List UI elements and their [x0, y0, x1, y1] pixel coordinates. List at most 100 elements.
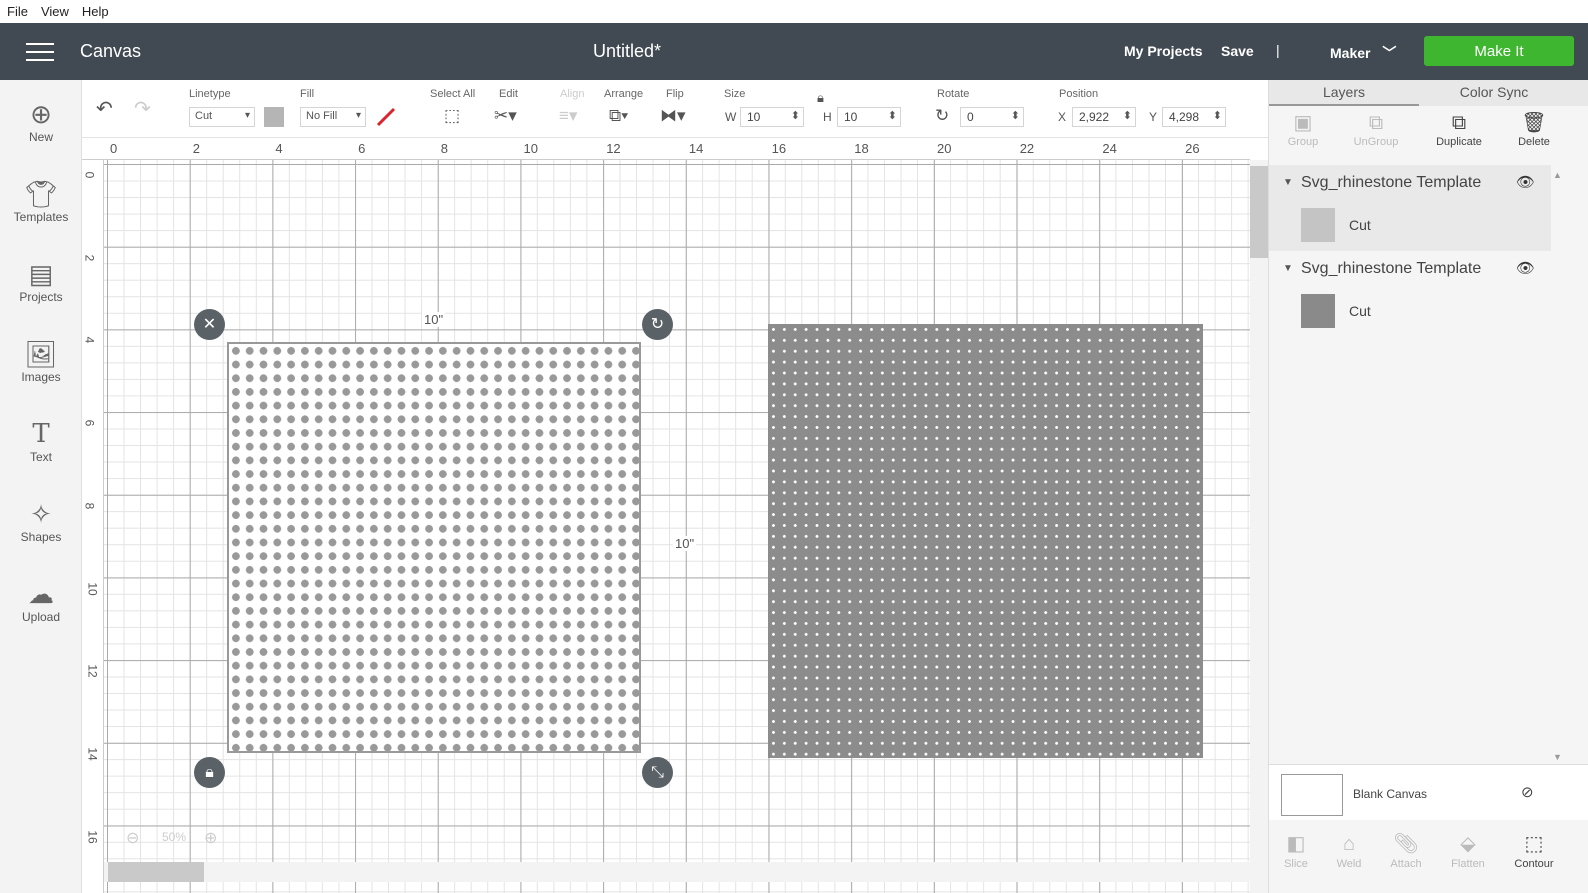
rotate-input[interactable]: 0 — [960, 107, 1024, 127]
rotate-label: Rotate — [937, 88, 970, 100]
tab-layers[interactable]: Layers — [1269, 84, 1419, 106]
rotate-handle-icon[interactable]: ↻ — [642, 309, 673, 340]
menu-file[interactable]: File — [7, 4, 28, 19]
select-all-icon[interactable]: ⬚ — [444, 106, 460, 126]
sidebar-item-projects[interactable]: ▤ Projects — [0, 258, 82, 304]
document-title: Untitled* — [592, 41, 662, 61]
redo-icon[interactable]: ↷ — [134, 96, 151, 121]
group-label: Group — [1287, 136, 1319, 148]
contour-button[interactable]: ⬚ Contour — [1509, 830, 1559, 870]
layer-operation-label: Cut — [1349, 303, 1371, 319]
rhinestone-template-selected[interactable] — [227, 342, 641, 753]
my-projects-link[interactable]: My Projects — [1124, 43, 1203, 59]
visibility-eye-icon[interactable]: 👁︎ — [1516, 173, 1535, 191]
plus-circle-icon: ⊕ — [30, 99, 52, 129]
machine-selector[interactable]: Maker ﹀ — [1330, 43, 1396, 63]
visibility-eye-icon[interactable]: 👁︎ — [1516, 259, 1535, 277]
lock-handle-icon[interactable]: 🔒︎ — [194, 757, 225, 788]
undo-icon[interactable]: ↶ — [96, 96, 113, 121]
rhinestone-template-dark[interactable] — [768, 324, 1203, 758]
x-label: X — [1058, 110, 1067, 124]
align-label: Align — [560, 88, 585, 100]
lock-aspect-icon[interactable]: 🔒︎ — [817, 90, 824, 106]
weld-button[interactable]: ⌂ Weld — [1324, 830, 1374, 870]
panel-tabs: Layers Color Sync — [1269, 80, 1588, 106]
blank-canvas-row[interactable]: Blank Canvas ⊘ — [1269, 764, 1588, 820]
attach-button[interactable]: 📎︎ Attach — [1381, 830, 1431, 870]
collapse-triangle-icon[interactable]: ▼ — [1283, 263, 1293, 274]
ruler-top-tick-label: 24 — [1102, 141, 1117, 156]
arrange-icon[interactable]: ⧉▾ — [609, 106, 628, 126]
layer-color-swatch — [1301, 294, 1335, 328]
ruler-top-tick-label: 4 — [275, 141, 283, 156]
header-separator: | — [1276, 42, 1280, 58]
no-fill-swatch-icon[interactable] — [376, 107, 396, 127]
save-link[interactable]: Save — [1221, 43, 1254, 59]
visibility-hidden-eye-icon[interactable]: ⊘ — [1521, 783, 1534, 801]
align-icon[interactable]: ≡▾ — [559, 106, 577, 126]
layer-item[interactable]: Cut — [1269, 285, 1551, 337]
ungroup-button[interactable]: ⧉ UnGroup — [1346, 110, 1406, 148]
linetype-color-swatch[interactable] — [264, 107, 284, 127]
width-dimension-label: 10" — [422, 312, 446, 327]
scroll-up-arrow-icon[interactable]: ▲ — [1553, 170, 1562, 180]
fill-select[interactable]: No Fill — [300, 107, 366, 127]
sidebar-item-templates[interactable]: 👕︎ Templates — [0, 178, 82, 224]
delete-handle-icon[interactable]: ✕ — [194, 309, 225, 340]
delete-button[interactable]: 🗑︎ Delete — [1504, 110, 1564, 148]
layer-group-1[interactable]: ▼ Svg_rhinestone Template 👁︎ Cut — [1269, 165, 1551, 251]
height-input[interactable]: 10 — [837, 107, 901, 127]
ruler-top-tick-label: 2 — [192, 141, 200, 156]
sidebar-item-images[interactable]: 🖼︎ Images — [0, 338, 82, 384]
zoom-out-icon[interactable]: ⊖ — [126, 828, 139, 848]
menu-view[interactable]: View — [41, 4, 69, 19]
ruler-horizontal: 0 2 4 6 8 10 12 14 16 18 20 22 24 26 — [82, 138, 1250, 160]
sidebar-label-upload: Upload — [21, 610, 61, 624]
slice-label: Slice — [1284, 858, 1308, 870]
sidebar-item-upload[interactable]: ☁ Upload — [0, 578, 82, 624]
layer-header[interactable]: ▼ Svg_rhinestone Template 👁︎ — [1269, 251, 1551, 285]
sidebar-item-new[interactable]: ⊕ New — [0, 98, 82, 144]
x-position-input[interactable]: 2,922 — [1072, 107, 1136, 127]
ruler-vertical: 0 2 4 6 8 10 12 14 16 — [82, 160, 104, 893]
zoom-in-icon[interactable]: ⊕ — [204, 828, 217, 848]
flatten-button[interactable]: ⬙ Flatten — [1443, 830, 1493, 870]
ruler-left-tick-label: 4 — [82, 337, 97, 344]
text-icon: T — [32, 419, 50, 449]
y-position-input[interactable]: 4,298 — [1162, 107, 1226, 127]
resize-handle-icon[interactable]: ⤡ — [642, 757, 673, 788]
layer-group-2[interactable]: ▼ Svg_rhinestone Template 👁︎ Cut — [1269, 251, 1551, 337]
duplicate-button[interactable]: ⧉ Duplicate — [1429, 110, 1489, 148]
layer-item[interactable]: Cut — [1269, 199, 1551, 251]
linetype-select[interactable]: Cut — [189, 107, 255, 127]
arrange-label: Arrange — [604, 88, 644, 100]
menu-help[interactable]: Help — [82, 4, 109, 19]
scroll-down-arrow-icon[interactable]: ▼ — [1553, 752, 1562, 762]
ruler-left-tick-label: 2 — [82, 254, 97, 262]
make-it-button[interactable]: Make It — [1424, 36, 1574, 66]
ruler-top-tick-label: 14 — [688, 141, 704, 156]
tab-color-sync[interactable]: Color Sync — [1419, 84, 1569, 100]
group-button[interactable]: ▣ Group — [1273, 110, 1333, 148]
ruler-left-tick-label: 6 — [82, 419, 97, 427]
layer-actions-bar: ◧ Slice ⌂ Weld 📎︎ Attach ⬙ Flatten ⬚ Contour — [1269, 822, 1588, 893]
sidebar-label-text: Text — [29, 450, 52, 464]
collapse-triangle-icon[interactable]: ▼ — [1283, 177, 1293, 188]
canvas-vertical-scrollbar[interactable] — [1250, 160, 1268, 893]
flip-icon[interactable]: ⧓▾ — [660, 106, 686, 126]
sidebar-item-text[interactable]: T Text — [0, 418, 82, 464]
sidebar-item-shapes[interactable]: ✧ Shapes — [0, 498, 82, 544]
duplicate-icon: ⧉ — [1451, 112, 1467, 134]
edit-scissors-icon[interactable]: ✂▾ — [494, 106, 517, 126]
sidebar-label-projects: Projects — [19, 290, 63, 304]
layer-header[interactable]: ▼ Svg_rhinestone Template 👁︎ — [1269, 165, 1551, 199]
width-input[interactable]: 10 — [740, 107, 804, 127]
ruler-top-tick-label: 12 — [606, 141, 621, 156]
shapes-icon: ✧ — [30, 499, 52, 529]
blank-canvas-swatch[interactable] — [1281, 774, 1343, 816]
canvas-horizontal-scrollbar[interactable] — [104, 862, 1250, 882]
flatten-label: Flatten — [1451, 858, 1485, 870]
slice-button[interactable]: ◧ Slice — [1271, 830, 1321, 870]
layers-scrollbar[interactable]: ▲ ▼ — [1551, 170, 1565, 762]
group-icon: ▣ — [1293, 112, 1313, 134]
